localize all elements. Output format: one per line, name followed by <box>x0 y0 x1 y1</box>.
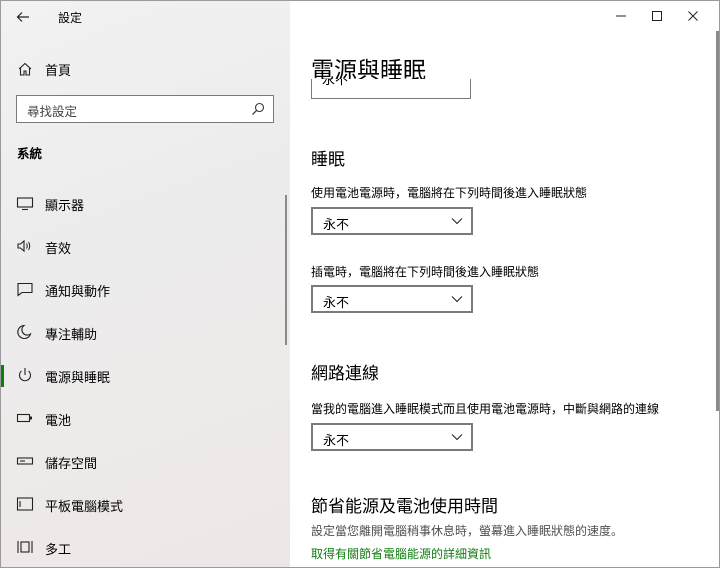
sidebar-item-notifications[interactable]: 通知與動作 <box>1 269 290 309</box>
sidebar-item-battery[interactable]: 電池 <box>1 398 290 438</box>
dropdown-value: 永不 <box>323 434 350 449</box>
sidebar-item-display[interactable]: 顯示器 <box>1 183 290 223</box>
energy-info-link[interactable]: 取得有關節省電腦能源的詳細資訊 <box>311 545 491 562</box>
sidebar-item-multitasking[interactable]: 多工 <box>1 527 290 567</box>
minimize-button[interactable] <box>603 1 639 31</box>
sleep-battery-label: 使用電池電源時，電腦將在下列時間後進入睡眠狀態 <box>311 186 588 200</box>
chevron-down-icon <box>451 296 463 303</box>
maximize-icon <box>652 11 662 21</box>
network-dropdown[interactable]: 永不 <box>311 423 473 451</box>
search-icon <box>252 102 265 115</box>
content-pane: 電源與睡眠 永不 睡眠 使用電池電源時，電腦將在下列時間後進入睡眠狀態 永不 插… <box>290 1 719 567</box>
battery-saving-description: 設定當您離開電腦稍事休息時，螢幕進入睡眠狀態的速度。 <box>311 524 624 538</box>
sidebar-item-label: 儲存空間 <box>45 457 98 472</box>
sidebar-scrollbar[interactable] <box>285 195 287 345</box>
storage-icon <box>16 457 34 465</box>
sidebar-item-label: 專注輔助 <box>45 328 98 343</box>
battery-icon <box>16 413 32 423</box>
power-icon <box>19 368 31 382</box>
search-placeholder: 尋找設定 <box>27 104 78 119</box>
close-button[interactable] <box>675 1 711 31</box>
section-label: 系統 <box>17 146 43 161</box>
sidebar-item-label: 首頁 <box>45 64 72 79</box>
sidebar-item-label: 音效 <box>45 242 72 257</box>
sleep-plugged-dropdown[interactable]: 永不 <box>311 285 473 313</box>
chevron-down-icon <box>451 218 463 225</box>
sleep-battery-dropdown[interactable]: 永不 <box>311 207 473 235</box>
sleep-heading: 睡眠 <box>311 150 345 170</box>
back-arrow-icon <box>16 12 29 22</box>
sidebar-item-power-sleep[interactable]: 電源與睡眠 <box>1 355 290 395</box>
search-input[interactable]: 尋找設定 <box>16 95 274 123</box>
sidebar: 設定 首頁 尋找設定 系統 顯示器 音效 通知與動作 專注輔助 電源與睡眠 電池… <box>1 1 290 567</box>
sidebar-item-label: 多工 <box>45 543 72 558</box>
settings-window: 設定 首頁 尋找設定 系統 顯示器 音效 通知與動作 專注輔助 電源與睡眠 電池… <box>0 0 720 568</box>
minimize-icon <box>616 15 626 17</box>
sidebar-item-label: 通知與動作 <box>45 285 111 300</box>
sidebar-item-label: 平板電腦模式 <box>45 500 124 515</box>
sidebar-item-sound[interactable]: 音效 <box>1 226 290 266</box>
sidebar-item-tablet-mode[interactable]: 平板電腦模式 <box>1 484 290 524</box>
home-icon <box>18 62 32 76</box>
notification-icon <box>17 282 33 297</box>
network-label: 當我的電腦進入睡眠模式而且使用電池電源時，中斷與網路的連線 <box>311 402 660 416</box>
sidebar-item-label: 電池 <box>45 414 72 429</box>
sidebar-item-home[interactable]: 首頁 <box>1 53 290 83</box>
sidebar-item-storage[interactable]: 儲存空間 <box>1 441 290 481</box>
sidebar-item-label: 顯示器 <box>45 199 85 214</box>
sidebar-item-focus-assist[interactable]: 專注輔助 <box>1 312 290 352</box>
maximize-button[interactable] <box>639 1 675 31</box>
close-icon <box>688 11 698 21</box>
dropdown-value: 永不 <box>323 218 350 233</box>
battery-saving-heading: 節省能源及電池使用時間 <box>311 497 498 517</box>
monitor-icon <box>16 197 34 211</box>
speaker-icon <box>17 239 31 253</box>
multitask-icon <box>17 541 33 553</box>
dropdown-value: 永不 <box>323 296 350 311</box>
screen-timeout-dropdown[interactable]: 永不 <box>311 79 471 99</box>
dropdown-value: 永不 <box>322 79 349 88</box>
back-button[interactable] <box>9 5 37 29</box>
moon-icon <box>17 324 32 340</box>
tablet-icon <box>16 497 34 511</box>
content-scrollbar[interactable] <box>716 31 719 411</box>
sidebar-item-label: 電源與睡眠 <box>45 371 111 386</box>
sleep-plugged-label: 插電時，電腦將在下列時間後進入睡眠狀態 <box>311 265 540 279</box>
network-heading: 網路連線 <box>311 364 379 384</box>
app-title: 設定 <box>58 11 83 25</box>
chevron-down-icon <box>451 434 463 441</box>
